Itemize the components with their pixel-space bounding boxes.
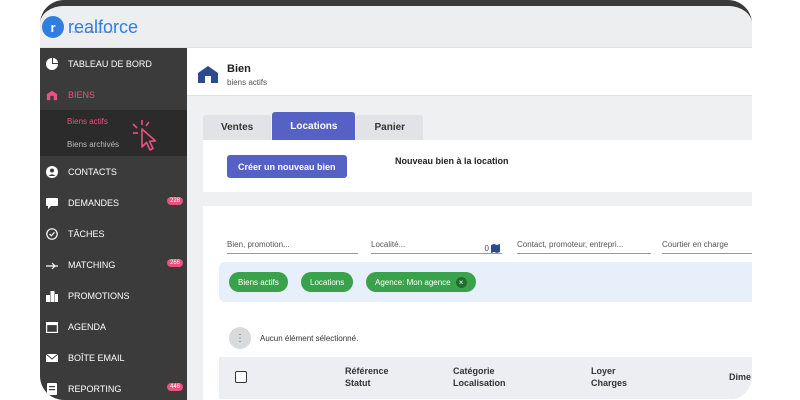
house-icon [46, 89, 58, 101]
sidebar-item-label: REPORTING [68, 383, 122, 394]
column-header-line: Localisation [453, 378, 506, 388]
contact-search-placeholder: Contact, promoteur, entrepri... [517, 240, 624, 249]
location-search-placeholder: Localité... [371, 240, 406, 249]
new-rental-label: Nouveau bien à la location [395, 156, 509, 166]
calendar-icon [46, 321, 58, 333]
select-all-checkbox[interactable] [235, 371, 247, 383]
sidebar-item-promotions[interactable]: PROMOTIONS [40, 280, 187, 311]
app-window: r realforce THIS IS A TEST ACCOUNT TABLE… [40, 0, 752, 400]
logo-mark: r [42, 16, 64, 38]
page-header: Bien biens actifs [187, 48, 752, 96]
column-header-reference[interactable]: Référence Statut [345, 365, 389, 389]
count-badge: 228 [166, 197, 183, 205]
sidebar-item-label: CONTACTS [68, 166, 117, 177]
sidebar-item-taches[interactable]: TÂCHES [40, 218, 187, 249]
mail-icon [46, 352, 58, 364]
actions-panel: Créer un nouveau bien Nouveau bien à la … [203, 140, 752, 192]
sidebar-item-biens[interactable]: BIENS [40, 79, 187, 110]
column-header-line: Loyer [591, 366, 616, 376]
sidebar-item-agenda[interactable]: AGENDA [40, 311, 187, 342]
sidebar: TABLEAU DE BORD BIENS Biens actifs Biens… [40, 48, 187, 400]
location-search-input[interactable]: Localité... 0 [371, 236, 502, 254]
active-filters-bar: Biens actifs Locations Agence: Mon agenc… [219, 262, 752, 302]
column-header-loyer[interactable]: Loyer Charges [591, 365, 627, 389]
sidebar-item-tableau-de-bord[interactable]: TABLEAU DE BORD [40, 48, 187, 79]
column-header-categorie[interactable]: Catégorie Localisation [453, 365, 506, 389]
sidebar-item-label: BIENS [68, 89, 96, 100]
selection-menu-button[interactable]: ⋮ [229, 327, 251, 349]
broker-select-placeholder: Courtier en charge [662, 240, 729, 249]
top-bar: r realforce THIS IS A TEST ACCOUNT [40, 6, 752, 48]
house-icon [197, 65, 219, 88]
matching-icon [46, 259, 58, 271]
column-header-line: Charges [591, 378, 628, 388]
create-property-button[interactable]: Créer un nouveau bien [227, 155, 347, 178]
map-icon [491, 244, 500, 253]
table-header: Référence Statut Catégorie Localisation … [219, 357, 752, 399]
close-icon[interactable]: × [455, 276, 467, 288]
sidebar-item-reporting[interactable]: REPORTING 446 [40, 373, 187, 400]
click-cursor-icon [128, 119, 166, 158]
sidebar-item-label: DEMANDES [68, 197, 120, 208]
tab-panier[interactable]: Panier [356, 115, 424, 140]
column-header-dimensions[interactable]: Dime [729, 371, 751, 383]
count-badge: 266 [166, 259, 183, 267]
map-toggle[interactable]: 0 [485, 236, 500, 253]
filter-chip[interactable]: Biens actifs [229, 272, 288, 292]
main-content: Bien biens actifs Ventes Locations Panie… [187, 48, 752, 400]
listing-panel: Bien, promotion... Localité... 0 Contact… [203, 206, 752, 400]
filter-chip[interactable]: Locations [301, 272, 354, 292]
contact-search-input[interactable]: Contact, promoteur, entrepri... [517, 236, 651, 254]
sidebar-item-label: BOÎTE EMAIL [68, 352, 125, 363]
filter-chip-label: Agence: Mon agence [375, 277, 451, 287]
property-search-placeholder: Bien, promotion... [227, 240, 290, 249]
tab-ventes[interactable]: Ventes [203, 115, 272, 140]
column-header-line: Catégorie [453, 366, 495, 376]
logo[interactable]: r realforce [42, 16, 138, 38]
sidebar-item-label: TABLEAU DE BORD [68, 58, 152, 69]
sidebar-item-boite-email[interactable]: BOÎTE EMAIL [40, 342, 187, 373]
report-icon [46, 382, 58, 395]
pie-chart-icon [46, 57, 58, 70]
selection-status: Aucun élément sélectionné. [260, 334, 359, 343]
sidebar-item-label: TÂCHES [68, 228, 105, 239]
sidebar-item-demandes[interactable]: DEMANDES 228 [40, 187, 187, 218]
property-search-input[interactable]: Bien, promotion... [227, 236, 358, 254]
broker-select[interactable]: Courtier en charge [662, 236, 752, 254]
sidebar-item-label: PROMOTIONS [68, 290, 130, 301]
check-circle-icon [46, 227, 58, 240]
logo-tagline: THIS IS A TEST ACCOUNT [72, 30, 114, 34]
chat-icon [46, 197, 58, 209]
page-subtitle: biens actifs [227, 78, 268, 87]
count-badge: 446 [166, 383, 183, 391]
buildings-icon [46, 290, 58, 302]
sidebar-item-matching[interactable]: MATCHING 266 [40, 249, 187, 280]
filter-chip[interactable]: Agence: Mon agence × [366, 272, 476, 292]
sidebar-item-contacts[interactable]: CONTACTS [40, 156, 187, 187]
filter-chip-label: Locations [310, 277, 345, 287]
tab-bar: Ventes Locations Panier [203, 112, 424, 140]
sidebar-item-label: MATCHING [68, 259, 116, 270]
tab-locations[interactable]: Locations [272, 112, 356, 140]
location-count: 0 [484, 244, 489, 253]
column-header-line: Statut [345, 378, 371, 388]
sidebar-item-label: AGENDA [68, 321, 107, 332]
filter-chip-label: Biens actifs [238, 277, 279, 287]
column-header-line: Dime [729, 372, 752, 382]
person-icon [46, 165, 58, 178]
column-header-line: Référence [345, 366, 389, 376]
page-title: Bien [227, 63, 251, 75]
